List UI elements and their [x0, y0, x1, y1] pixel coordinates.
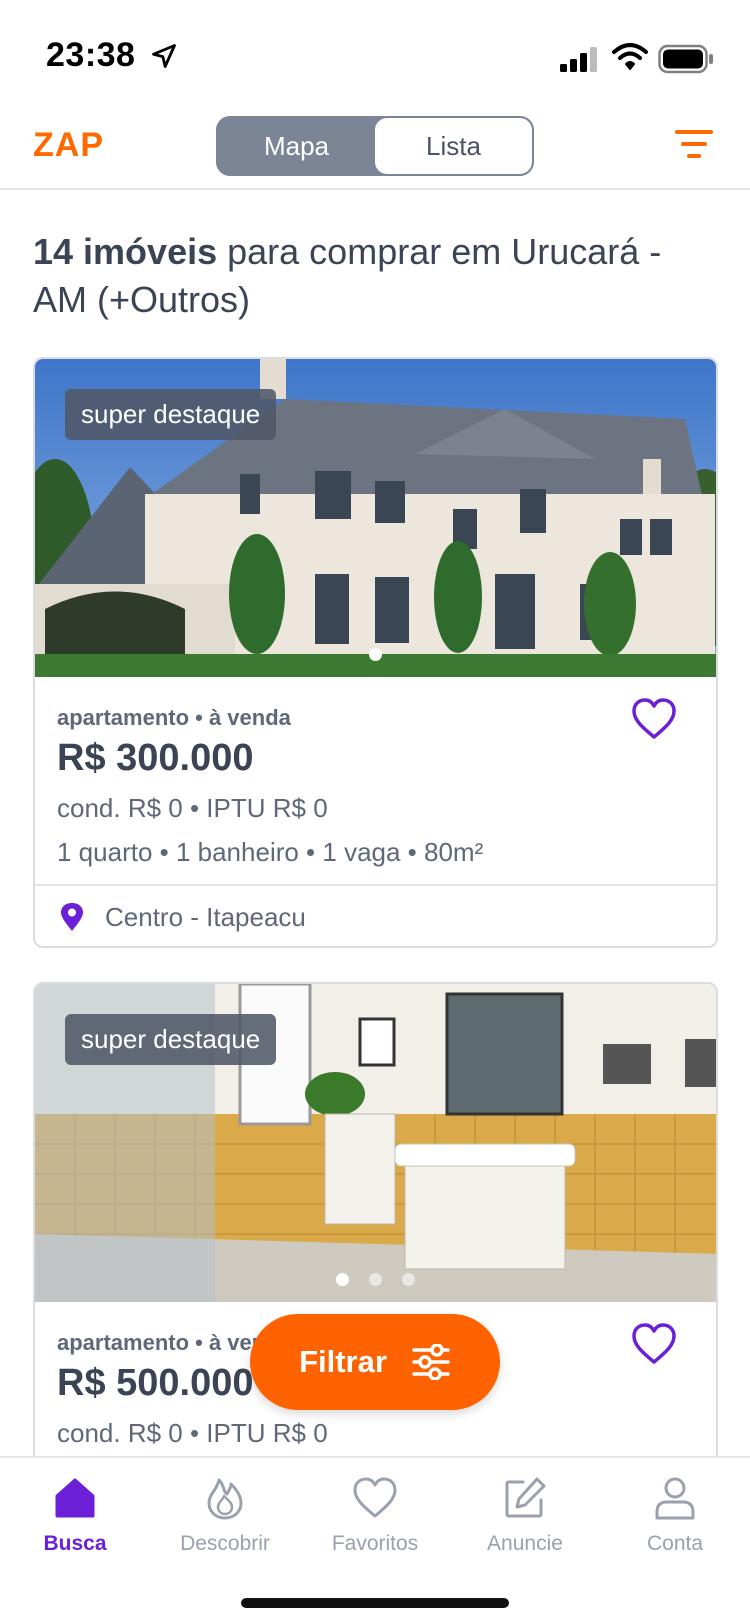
listing-photo[interactable]: super destaque: [35, 984, 716, 1302]
cellular-signal-icon: [560, 47, 597, 72]
listing-photo[interactable]: super destaque: [35, 359, 716, 677]
pagination-dot[interactable]: [369, 1273, 382, 1286]
filter-button-label: Filtrar: [299, 1344, 387, 1379]
zap-logo[interactable]: ZAP: [33, 126, 104, 165]
super-highlight-badge: super destaque: [65, 1014, 277, 1065]
pagination-dot[interactable]: [336, 1273, 349, 1286]
tab-favoritos[interactable]: Favoritos: [300, 1474, 450, 1556]
sort-icon[interactable]: [674, 126, 714, 162]
results-title: 14 imóveis para comprar em Urucará - AM …: [33, 228, 723, 324]
status-bar: 23:38: [0, 0, 750, 100]
favorite-heart-icon[interactable]: [630, 697, 678, 741]
property-price: R$ 300.000: [57, 737, 254, 779]
edit-icon: [505, 1477, 546, 1518]
wifi-icon: [612, 43, 648, 70]
view-toggle: Mapa Lista: [216, 116, 534, 176]
tab-anuncie[interactable]: Anuncie: [450, 1474, 600, 1556]
tab-busca[interactable]: Busca: [0, 1474, 150, 1556]
property-price: R$ 500.000: [57, 1362, 254, 1404]
property-type: apartamento • à venda: [57, 705, 291, 730]
tab-descobrir[interactable]: Descobrir: [150, 1474, 300, 1556]
location-arrow-icon: [152, 44, 176, 68]
property-fees: cond. R$ 0 • IPTU R$ 0: [57, 793, 328, 823]
property-features: 1 quarto • 1 banheiro • 1 vaga • 80m²: [57, 837, 484, 867]
tab-label: Conta: [646, 1532, 704, 1555]
map-pin-icon: [61, 903, 83, 931]
tab-conta[interactable]: Conta: [600, 1474, 750, 1556]
home-indicator[interactable]: [241, 1598, 509, 1608]
battery-icon: [658, 44, 713, 74]
favorite-heart-icon[interactable]: [630, 1322, 678, 1366]
pagination-dot[interactable]: [402, 1273, 415, 1286]
tab-label: Favoritos: [331, 1532, 419, 1555]
home-icon: [55, 1478, 95, 1518]
listing-card[interactable]: super destaque apartamento • à venda R$ …: [33, 982, 718, 1502]
listing-location: Centro - Itapeacu: [35, 884, 716, 946]
property-fees: cond. R$ 0 • IPTU R$ 0: [57, 1418, 328, 1448]
tab-label: Descobrir: [180, 1532, 270, 1555]
status-time: 23:38: [46, 36, 136, 74]
photo-pagination: [35, 1273, 716, 1286]
tab-label: Busca: [43, 1532, 107, 1555]
pagination-dot[interactable]: [369, 648, 382, 661]
map-view-button[interactable]: Mapa: [218, 118, 375, 174]
listing-card[interactable]: super destaque apartamento • à venda R$ …: [33, 357, 718, 948]
tab-label: Anuncie: [487, 1532, 563, 1555]
results-count: 14 imóveis: [33, 231, 218, 272]
heart-icon: [353, 1477, 397, 1518]
flame-icon: [207, 1478, 243, 1520]
list-view-button[interactable]: Lista: [375, 118, 532, 174]
location-text: Centro - Itapeacu: [105, 902, 306, 932]
photo-pagination: [35, 648, 716, 661]
app-header: ZAP Mapa Lista: [0, 100, 750, 190]
filter-button[interactable]: Filtrar: [250, 1314, 500, 1410]
user-icon: [655, 1477, 695, 1520]
sliders-icon: [412, 1344, 450, 1380]
super-highlight-badge: super destaque: [65, 389, 277, 440]
